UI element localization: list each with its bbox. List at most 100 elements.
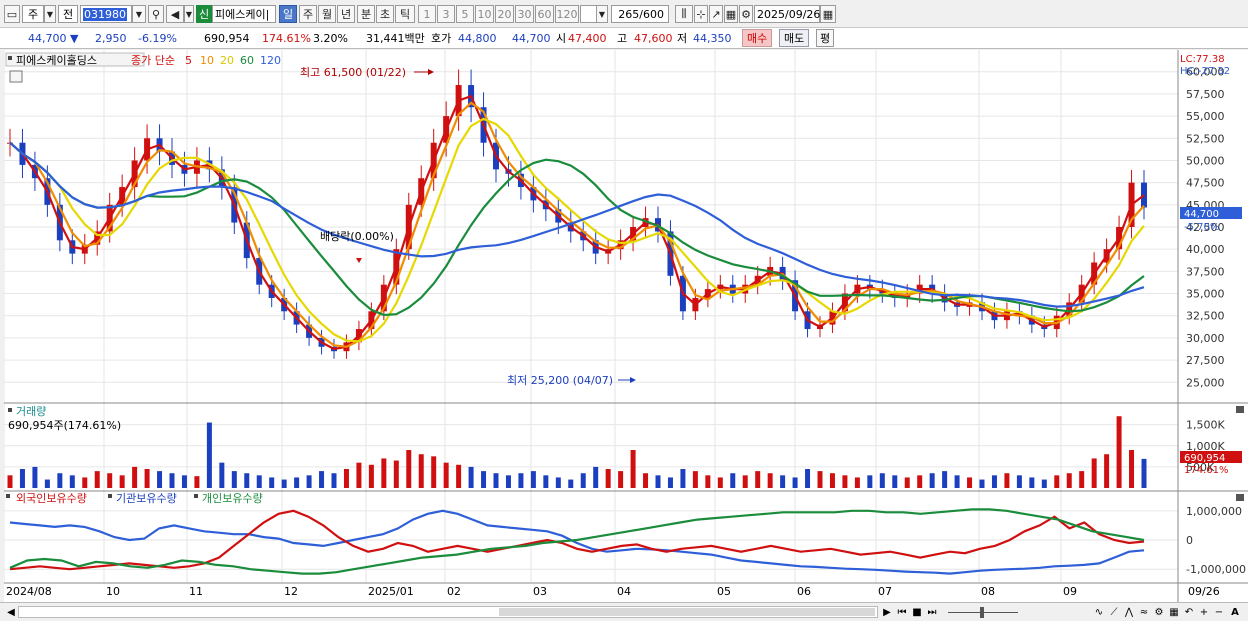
volume-bar — [543, 475, 549, 488]
volume-bar — [991, 475, 997, 488]
interval-5-button[interactable]: 5 — [456, 5, 474, 23]
evaluate-button[interactable]: 평 — [816, 29, 835, 47]
volume-bar — [269, 477, 275, 488]
interval-20-button[interactable]: 20 — [495, 5, 514, 23]
interval-10-button[interactable]: 10 — [475, 5, 494, 23]
period-minute-label: 분 — [360, 8, 372, 21]
volume-bar — [979, 479, 985, 488]
scroll-left-icon[interactable]: ◀ — [4, 605, 18, 619]
code-dropdown-icon[interactable]: ▼ — [132, 5, 146, 23]
zoom-in-icon[interactable]: + — [1197, 605, 1211, 619]
volume-bar — [667, 477, 673, 488]
scope-select[interactable]: 전 — [58, 5, 78, 23]
volume-value-label: 690,954주(174.61%) — [8, 419, 121, 432]
interval-dropdown-icon[interactable]: ▼ — [596, 5, 608, 23]
volume-bar — [705, 475, 711, 488]
zoom-slider-thumb[interactable] — [980, 607, 984, 618]
forward-icon[interactable]: ⏭ — [925, 605, 939, 619]
sell-button[interactable]: 매도 — [779, 29, 810, 47]
interval-60-label: 60 — [537, 7, 552, 21]
horizontal-scrollbar[interactable] — [18, 606, 878, 618]
ma5-legend[interactable]: 5 — [185, 54, 192, 67]
institution-holdings-legend[interactable]: 기관보유수량 — [116, 492, 177, 505]
volume-bar — [854, 477, 860, 488]
period-day-button[interactable]: 일 — [279, 5, 297, 23]
interval-3-button[interactable]: 3 — [437, 5, 455, 23]
interval-120-button[interactable]: 120 — [555, 5, 579, 23]
buy-button[interactable]: 매수 — [742, 29, 773, 47]
interval-1-button[interactable]: 1 — [418, 5, 436, 23]
date-field[interactable]: 2025/09/26 — [754, 5, 820, 23]
gear-small-icon[interactable]: ⚙ — [1152, 605, 1166, 619]
count-field[interactable]: 265/600 — [611, 5, 669, 23]
volume-bar — [618, 471, 624, 488]
stock-code-input[interactable]: 031980 — [80, 5, 132, 23]
volume-bar — [1041, 479, 1047, 488]
volume-bar — [1116, 416, 1122, 488]
period-month-button[interactable]: 월 — [318, 5, 336, 23]
period-minute-button[interactable]: 분 — [357, 5, 375, 23]
scrollbar-thumb[interactable] — [499, 608, 875, 616]
volume-tick-label: 1,500K — [1186, 419, 1225, 432]
compare-tool-icon[interactable]: ≈ — [1137, 605, 1151, 619]
crosshair-icon[interactable]: ⊹ — [694, 5, 708, 23]
search-icon[interactable]: ⚲ — [148, 5, 164, 23]
ma20-legend[interactable]: 20 — [220, 54, 234, 67]
period-tick-label: 틱 — [399, 8, 411, 21]
volume-bar — [82, 477, 88, 488]
trend-tool-icon[interactable]: ⟋ — [1107, 605, 1121, 619]
interval-30-label: 30 — [517, 7, 532, 21]
open-price: 47,400 — [568, 31, 607, 45]
volume-bar — [443, 462, 449, 488]
candle-type-icon[interactable]: ⫼ — [675, 5, 693, 23]
hoga-label: 호가 — [431, 32, 452, 45]
ma10-legend[interactable]: 10 — [200, 54, 214, 67]
market-dropdown-icon[interactable]: ▼ — [44, 5, 56, 23]
interval-30-button[interactable]: 30 — [515, 5, 534, 23]
zoom-out-icon[interactable]: − — [1212, 605, 1226, 619]
pattern-tool-icon[interactable]: ⋀ — [1122, 605, 1136, 619]
grid-icon[interactable]: ▦ — [724, 5, 738, 23]
volume-bar — [655, 475, 661, 488]
candle-body — [1141, 182, 1147, 208]
price-tick-label: 50,000 — [1186, 154, 1225, 167]
holdings-tick-label: -1,000,000 — [1186, 563, 1246, 576]
legend-bullet — [8, 56, 12, 60]
volume-pane-close-icon[interactable] — [1236, 406, 1244, 413]
volume-bar — [44, 479, 50, 488]
table-toggle-icon[interactable] — [9, 70, 23, 83]
speaker-icon[interactable]: ◀ — [166, 5, 184, 23]
window-menu-icon[interactable]: ▭ — [4, 5, 20, 23]
x-tick-label: 2024/08 — [6, 585, 52, 598]
period-tick-button[interactable]: 틱 — [395, 5, 415, 23]
indicator-tool-icon[interactable]: ∿ — [1092, 605, 1106, 619]
period-second-button[interactable]: 초 — [376, 5, 394, 23]
draw-line-icon[interactable]: ↗ — [709, 5, 723, 23]
volume-bar — [331, 473, 337, 488]
volume-bar — [306, 475, 312, 488]
ma60-legend[interactable]: 60 — [240, 54, 254, 67]
interval-60-button[interactable]: 60 — [535, 5, 554, 23]
period-week-button[interactable]: 주 — [299, 5, 317, 23]
font-size-icon[interactable]: A — [1228, 605, 1242, 619]
x-tick-label: 03 — [533, 585, 547, 598]
stock-name-field[interactable]: 피에스케이| — [212, 5, 276, 23]
period-year-button[interactable]: 년 — [337, 5, 355, 23]
gear-icon[interactable]: ⚙ — [739, 5, 753, 23]
turnover-rate: 3.20% — [313, 31, 348, 45]
individual-holdings-legend[interactable]: 개인보유수량 — [202, 492, 263, 505]
speaker-dropdown-icon[interactable]: ▼ — [184, 5, 194, 23]
foreign-holdings-legend[interactable]: 외국인보유수량 — [16, 492, 87, 505]
calendar-icon[interactable]: ▦ — [820, 5, 836, 23]
market-select[interactable]: 주 — [22, 5, 44, 23]
stock-chart[interactable]: 60,00057,50055,00052,50050,00047,50045,0… — [4, 50, 1248, 602]
scroll-right-icon[interactable]: ▶ — [880, 605, 894, 619]
grid-small-icon[interactable]: ▦ — [1167, 605, 1181, 619]
stop-icon[interactable]: ■ — [910, 605, 924, 619]
holdings-pane-close-icon[interactable] — [1236, 494, 1244, 501]
current-price-tag-text: 44,700 — [1184, 209, 1219, 220]
ma120-legend[interactable]: 120 — [260, 54, 281, 67]
rewind-icon[interactable]: ⏮ — [895, 605, 909, 619]
back-icon[interactable]: ↶ — [1182, 605, 1196, 619]
x-tick-label: 06 — [797, 585, 811, 598]
